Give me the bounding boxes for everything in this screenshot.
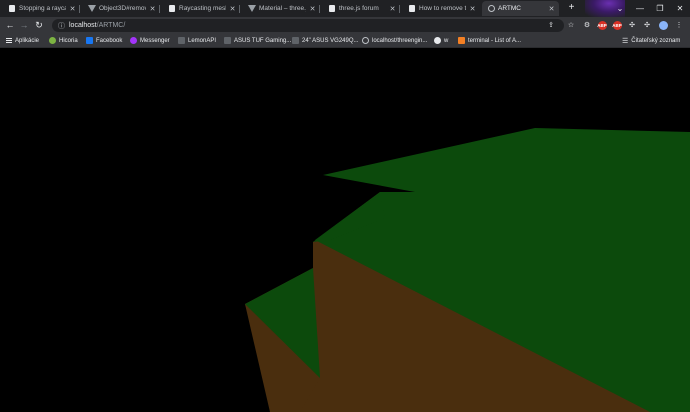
avatar[interactable] bbox=[658, 19, 668, 31]
tab-search-icon[interactable]: ⌄ bbox=[610, 4, 630, 13]
adblock-icon[interactable]: ABP bbox=[597, 19, 607, 31]
reading-list[interactable]: ☰ Čitateľský zoznam bbox=[622, 35, 680, 46]
reload-icon[interactable]: ↻ bbox=[33, 19, 45, 31]
window-controls: ⌄ — ❐ ✕ bbox=[610, 0, 690, 17]
close-icon[interactable]: ✕ bbox=[69, 5, 76, 13]
reading-list-icon: ☰ bbox=[622, 37, 629, 45]
page-icon bbox=[408, 5, 416, 13]
close-icon[interactable]: ✕ bbox=[548, 5, 555, 13]
page-icon bbox=[8, 5, 16, 13]
adblock-icon-2[interactable]: ABP bbox=[612, 19, 622, 31]
close-icon[interactable]: ✕ bbox=[149, 5, 156, 13]
bookmark-messenger[interactable]: Messenger bbox=[130, 35, 170, 46]
page-icon bbox=[328, 5, 336, 13]
minimize-icon[interactable]: — bbox=[630, 4, 650, 13]
bookmark-facebook[interactable]: Facebook bbox=[86, 35, 122, 46]
three-js-icon bbox=[88, 5, 96, 13]
bookmark-hicoria[interactable]: Hicoria bbox=[49, 35, 78, 46]
puzzle-icon-2[interactable]: ✣ bbox=[642, 19, 652, 31]
star-icon[interactable]: ☆ bbox=[566, 19, 576, 31]
page-icon bbox=[292, 37, 299, 44]
tab-4[interactable]: three.js forum ✕ bbox=[323, 1, 400, 16]
bookmark-lemonapi[interactable]: LemonAPI bbox=[178, 35, 216, 46]
puzzle-icon[interactable]: ✣ bbox=[627, 19, 637, 31]
hicoria-icon bbox=[49, 37, 56, 44]
globe-icon bbox=[487, 5, 495, 13]
threejs-canvas[interactable] bbox=[0, 48, 690, 412]
tab-strip: Stopping a raycast ✕ Object3D#remove ✕ R… bbox=[0, 0, 690, 17]
url-path: /ARTMC/ bbox=[96, 22, 126, 29]
tab-2[interactable]: Raycasting meshes ✕ bbox=[163, 1, 240, 16]
browser-toolbar: ← → ↻ ⓘ localhost/ARTMC/ ⇪ ☆ ⚙ ABP ABP ✣… bbox=[0, 17, 690, 34]
terrain-scene bbox=[245, 128, 690, 412]
menu-icon[interactable]: ⋮ bbox=[674, 19, 684, 31]
close-window-icon[interactable]: ✕ bbox=[670, 4, 690, 13]
url-host: localhost bbox=[69, 22, 97, 29]
globe-icon bbox=[362, 37, 369, 44]
tab-0[interactable]: Stopping a raycast ✕ bbox=[3, 1, 80, 16]
apps-icon bbox=[6, 37, 12, 44]
maximize-icon[interactable]: ❐ bbox=[650, 4, 670, 13]
tab-title: three.js forum bbox=[339, 5, 379, 12]
tab-title: ARTMC bbox=[498, 5, 521, 12]
close-icon[interactable]: ✕ bbox=[229, 5, 236, 13]
tab-1[interactable]: Object3D#remove ✕ bbox=[83, 1, 160, 16]
bookmark-apps[interactable]: Aplikácie bbox=[6, 35, 39, 46]
forward-icon[interactable]: → bbox=[18, 19, 30, 31]
bookmark-localhost[interactable]: localhost/threengin... bbox=[362, 35, 427, 46]
address-bar[interactable]: ⓘ localhost/ARTMC/ bbox=[52, 19, 564, 32]
extension-icon[interactable]: ⚙ bbox=[582, 19, 592, 31]
messenger-icon bbox=[130, 37, 137, 44]
tab-5[interactable]: How to remove th ✕ bbox=[403, 1, 480, 16]
bookmarks-bar: Aplikácie Hicoria Facebook Messenger Lem… bbox=[0, 34, 690, 48]
back-icon[interactable]: ← bbox=[4, 19, 16, 31]
page-icon bbox=[224, 37, 231, 44]
wikipedia-icon bbox=[434, 37, 441, 44]
stackoverflow-icon bbox=[458, 37, 465, 44]
tab-title: Raycasting meshes bbox=[179, 5, 226, 12]
close-icon[interactable]: ✕ bbox=[469, 5, 476, 13]
three-js-icon bbox=[248, 5, 256, 13]
tab-6-active[interactable]: ARTMC ✕ bbox=[482, 1, 559, 16]
tab-title: How to remove th bbox=[419, 5, 466, 12]
close-icon[interactable]: ✕ bbox=[389, 5, 396, 13]
tab-3[interactable]: Material – three.js ✕ bbox=[243, 1, 320, 16]
share-icon[interactable]: ⇪ bbox=[546, 19, 556, 31]
page-icon bbox=[178, 37, 185, 44]
bookmark-wikipedia[interactable]: w bbox=[434, 35, 448, 46]
bookmark-asus-tuf[interactable]: ASUS TUF Gaming... bbox=[224, 35, 291, 46]
tab-title: Material – three.js bbox=[259, 5, 306, 12]
tab-title: Object3D#remove bbox=[99, 5, 146, 12]
facebook-icon bbox=[86, 37, 93, 44]
info-icon[interactable]: ⓘ bbox=[58, 21, 65, 31]
close-icon[interactable]: ✕ bbox=[309, 5, 316, 13]
bookmark-asus-vg249[interactable]: 24" ASUS VG249Q... bbox=[292, 35, 359, 46]
bookmark-terminal[interactable]: terminal - List of A... bbox=[458, 35, 521, 46]
tab-title: Stopping a raycast bbox=[19, 5, 66, 12]
new-tab-button[interactable]: + bbox=[566, 3, 577, 14]
page-icon bbox=[168, 5, 176, 13]
